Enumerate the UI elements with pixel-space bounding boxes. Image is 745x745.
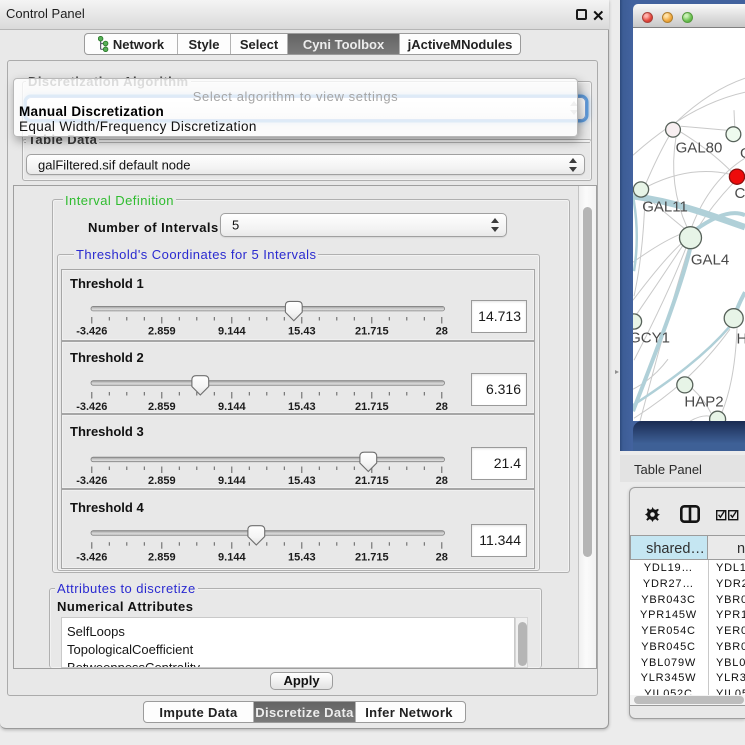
- svg-text:-3.426: -3.426: [76, 475, 107, 487]
- svg-text:9.144: 9.144: [218, 325, 246, 337]
- svg-text:GCY1: GCY1: [633, 330, 670, 347]
- svg-text:GAL80: GAL80: [676, 140, 723, 157]
- svg-text:2.859: 2.859: [148, 475, 176, 487]
- svg-text:28: 28: [436, 401, 448, 413]
- svg-text:H: H: [737, 331, 745, 348]
- svg-text:-3.426: -3.426: [76, 325, 107, 337]
- svg-text:15.43: 15.43: [288, 552, 316, 564]
- svg-text:2.859: 2.859: [148, 401, 176, 413]
- svg-text:21.715: 21.715: [355, 475, 389, 487]
- svg-text:21.715: 21.715: [355, 552, 389, 564]
- svg-text:HAP2: HAP2: [684, 394, 723, 411]
- svg-text:GAL4: GAL4: [691, 252, 729, 269]
- svg-text:GA: GA: [740, 145, 745, 162]
- svg-text:2.859: 2.859: [148, 552, 176, 564]
- svg-text:9.144: 9.144: [218, 401, 246, 413]
- svg-text:C: C: [735, 185, 745, 202]
- svg-text:-3.426: -3.426: [76, 401, 107, 413]
- svg-text:28: 28: [436, 552, 448, 564]
- svg-text:9.144: 9.144: [218, 475, 246, 487]
- svg-text:2.859: 2.859: [148, 325, 176, 337]
- svg-text:28: 28: [436, 475, 448, 487]
- svg-text:21.715: 21.715: [355, 401, 389, 413]
- svg-text:28: 28: [436, 325, 448, 337]
- svg-text:GAL11: GAL11: [642, 199, 688, 216]
- svg-text:15.43: 15.43: [288, 325, 316, 337]
- svg-text:21.715: 21.715: [355, 325, 389, 337]
- svg-text:15.43: 15.43: [288, 401, 316, 413]
- svg-text:-3.426: -3.426: [76, 552, 107, 564]
- svg-text:15.43: 15.43: [288, 475, 316, 487]
- svg-text:9.144: 9.144: [218, 552, 246, 564]
